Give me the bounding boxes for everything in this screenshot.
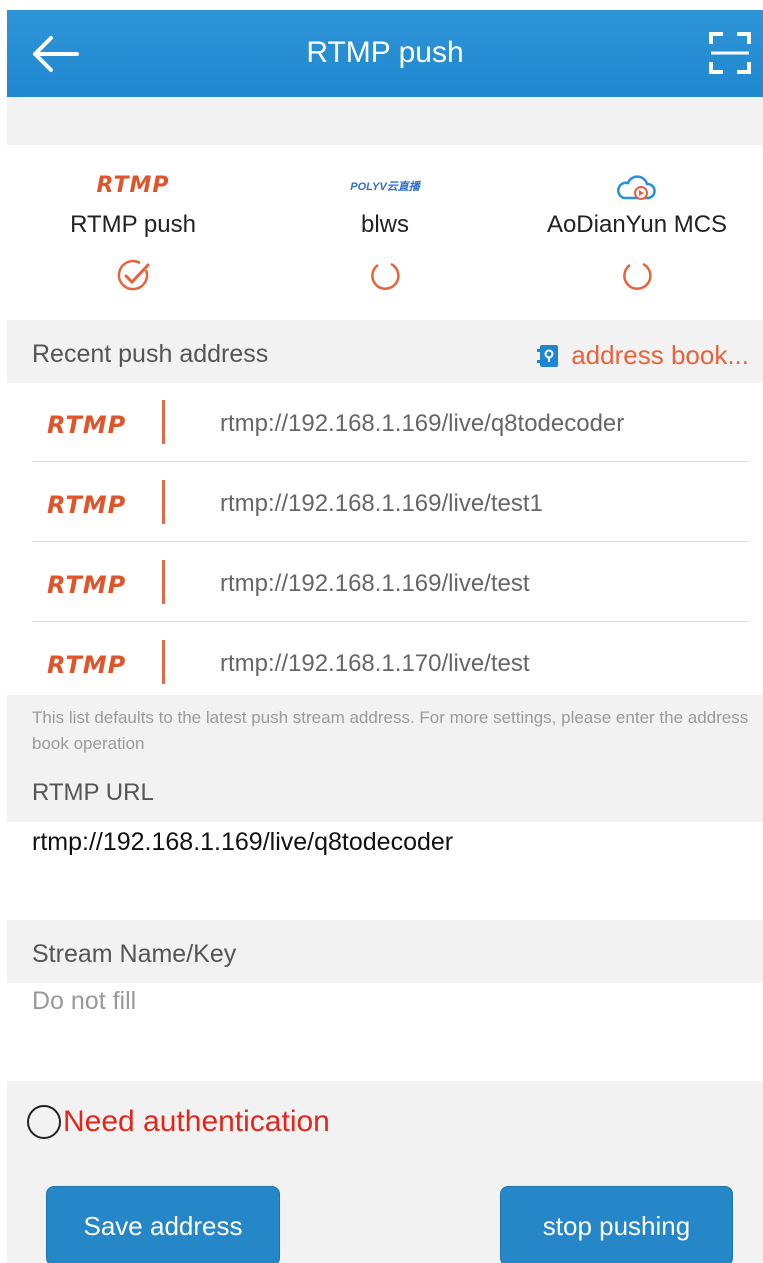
scan-frame-icon[interactable] [709, 32, 751, 74]
address-url: rtmp://192.168.1.169/live/test [220, 570, 530, 597]
address-url: rtmp://192.168.1.169/live/q8todecoder [220, 410, 625, 437]
hint-text: This list defaults to the latest push st… [32, 708, 749, 753]
rtmp-logo: RTMP [96, 173, 170, 198]
platform-name: AoDianYun MCS [546, 211, 728, 238]
rtmp-badge: RTMP [47, 411, 127, 439]
radio-unchecked-icon[interactable] [367, 258, 403, 294]
list-item[interactable]: RTMP rtmp://192.168.1.169/live/test1 [32, 463, 748, 542]
check-circle-icon[interactable] [115, 258, 151, 294]
auth-label: Need authentication [63, 1105, 330, 1138]
auth-toggle[interactable]: Need authentication [27, 1105, 330, 1139]
platform-name: blws [360, 211, 409, 238]
rtmp-url-value[interactable]: rtmp://192.168.1.169/live/q8todecoder [32, 828, 453, 857]
radio-unchecked-icon[interactable] [619, 258, 655, 294]
recent-address-list: RTMP rtmp://192.168.1.169/live/q8todecod… [7, 383, 763, 695]
rtmp-badge: RTMP [47, 651, 127, 679]
platform-name: RTMP push [70, 211, 196, 238]
stream-key-input[interactable] [32, 987, 732, 1016]
divider [162, 480, 165, 524]
divider [162, 640, 165, 684]
polyv-logo: POLYV云直播 [350, 181, 420, 193]
rtmp-badge: RTMP [47, 571, 127, 599]
platform-option-rtmp[interactable]: RTMP RTMP push [7, 145, 259, 320]
list-item[interactable]: RTMP rtmp://192.168.1.169/live/q8todecod… [32, 383, 748, 462]
auth-radio[interactable] [27, 1105, 61, 1139]
address-book-link[interactable]: address book... [537, 340, 749, 371]
stream-key-header: Stream Name/Key [7, 920, 763, 983]
address-url: rtmp://192.168.1.170/live/test [220, 650, 530, 677]
rtmp-url-label: RTMP URL [32, 779, 154, 806]
stream-key-field[interactable] [7, 983, 763, 1081]
spacer [7, 97, 763, 145]
stream-key-label: Stream Name/Key [32, 940, 237, 968]
recent-address-header: Recent push address address book... [7, 320, 763, 383]
rtmp-url-field[interactable]: rtmp://192.168.1.169/live/q8todecoder [7, 822, 763, 920]
divider [162, 400, 165, 444]
cloud-play-icon [617, 175, 656, 200]
top-bar: RTMP push [7, 10, 763, 97]
list-item[interactable]: RTMP rtmp://192.168.1.170/live/test [32, 623, 748, 702]
platform-option-aodianyun[interactable]: AoDianYun MCS [511, 145, 763, 320]
hint-section: This list defaults to the latest push st… [7, 695, 763, 822]
platform-selector: RTMP RTMP push POLYV云直播 blws AoDianYun M… [7, 145, 763, 320]
page-title: RTMP push [306, 36, 464, 69]
recent-address-label: Recent push address [32, 340, 269, 368]
address-url: rtmp://192.168.1.169/live/test1 [220, 490, 543, 517]
address-book-icon [537, 344, 559, 367]
bottom-section: Need authentication Save address stop pu… [7, 1081, 763, 1263]
save-address-button[interactable]: Save address [46, 1186, 280, 1263]
platform-option-blws[interactable]: POLYV云直播 blws [259, 145, 511, 320]
rtmp-badge: RTMP [47, 491, 127, 519]
list-item[interactable]: RTMP rtmp://192.168.1.169/live/test [32, 543, 748, 622]
stop-pushing-button[interactable]: stop pushing [500, 1186, 733, 1263]
divider [162, 560, 165, 604]
